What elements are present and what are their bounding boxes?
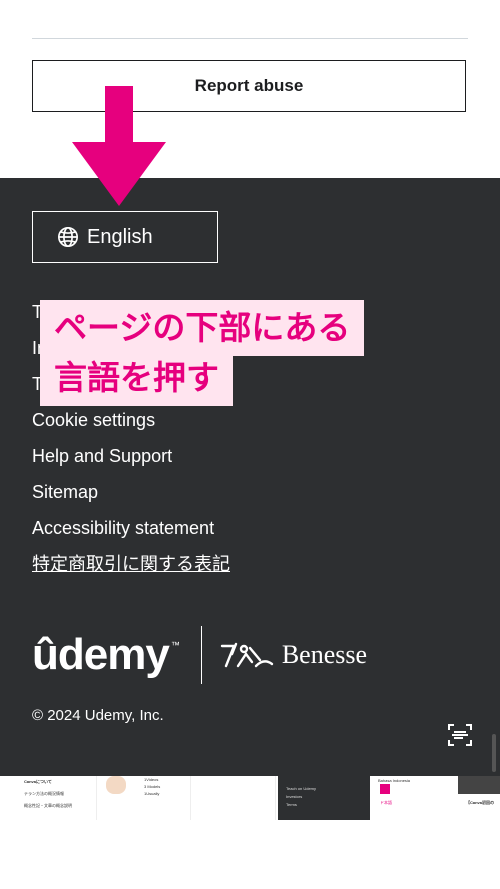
footer-link-terms[interactable]: Terms [32, 372, 230, 408]
globe-icon [58, 227, 78, 247]
footer-links: Teach on Udemy Investors Terms Cookie se… [32, 300, 230, 588]
thumbnail[interactable]: 1Videos 3 Models 1Usually [100, 776, 184, 820]
page-bottom [0, 820, 500, 889]
divider [32, 38, 468, 39]
language-button[interactable]: English [32, 211, 218, 263]
thumbnail-text: テラン方法の概況情報 [24, 791, 64, 796]
thumbnail[interactable] [190, 776, 276, 820]
footer-link-sitemap[interactable]: Sitemap [32, 480, 230, 516]
thumbnail-text: 1Videos [144, 777, 159, 782]
footer: English Teach on Udemy Investors Terms C… [0, 178, 500, 776]
thumbnail-text: 【Canva初回の [466, 800, 495, 805]
thumbnail-text: Canvaについて [24, 779, 52, 784]
thumbnail-text: 1Usually [144, 791, 160, 796]
benesse-logo-text: Benesse [281, 640, 368, 669]
thumbnail-text: 概念性記・文章の概念説明 [24, 803, 72, 808]
footer-link-cookie-settings[interactable]: Cookie settings [32, 408, 230, 444]
thumbnail[interactable]: Bahasa Indonesia ド本語 [374, 776, 454, 820]
footer-link-accessibility[interactable]: Accessibility statement [32, 516, 230, 552]
thumbnail-image [458, 776, 500, 794]
thumbnail-text: ド本語 [380, 800, 392, 805]
thumbnail-image [106, 776, 126, 794]
thumbnail[interactable]: Canvaについて テラン方法の概況情報 概念性記・文章の概念説明 [8, 776, 97, 820]
scan-icon[interactable] [446, 721, 474, 749]
trademark: ™ [170, 640, 180, 650]
language-label: English [87, 225, 153, 248]
benesse-logo: Benesse [220, 640, 367, 670]
footer-link-help-support[interactable]: Help and Support [32, 444, 230, 480]
thumbnail-text: Terms [286, 802, 297, 807]
thumbnail-text: Bahasa Indonesia [378, 778, 411, 783]
thumbnail[interactable]: 【Canva初回の [458, 776, 500, 820]
footer-link-investors[interactable]: Investors [32, 336, 230, 372]
thumbnail[interactable]: Teach on Udemy Investors Terms [278, 776, 370, 820]
copyright: © 2024 Udemy, Inc. [32, 707, 164, 724]
footer-link-commercial-transactions[interactable]: 特定商取引に関する表記 [32, 552, 230, 588]
thumbnail-text: 3 Models [144, 784, 161, 789]
arrow-down-icon [72, 86, 166, 206]
thumbnail-strip: Canvaについて テラン方法の概況情報 概念性記・文章の概念説明 1Video… [0, 776, 500, 820]
udemy-logo: ûdemy ™ [32, 630, 180, 680]
scrollbar[interactable] [492, 734, 496, 772]
udemy-logo-text: ûdemy [32, 630, 170, 679]
footer-link-teach[interactable]: Teach on Udemy [32, 300, 230, 336]
benesse-mark-icon [220, 642, 274, 668]
thumbnail-text: Investors [286, 794, 303, 799]
logos: ûdemy ™ Benesse [32, 626, 367, 684]
thumbnail-text: Teach on Udemy [286, 786, 317, 791]
logo-separator [200, 626, 202, 684]
thumbnail-image [380, 784, 390, 794]
